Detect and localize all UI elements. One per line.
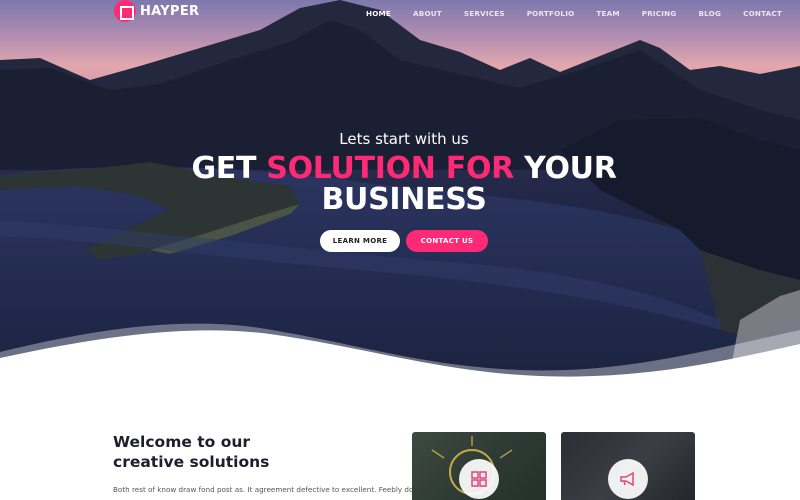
nav-item-blog[interactable]: BLOG xyxy=(698,9,721,18)
hero-title-part2: YOUR xyxy=(513,151,617,186)
nav-item-about[interactable]: ABOUT xyxy=(413,9,442,18)
nav-item-contact[interactable]: CONTACT xyxy=(743,9,782,18)
nav-item-home[interactable]: HOME xyxy=(366,9,391,18)
nav-item-team[interactable]: TEAM xyxy=(596,9,619,18)
contact-us-button[interactable]: CONTACT US xyxy=(406,230,488,252)
logo[interactable]: HAYPER xyxy=(114,0,199,22)
service-card[interactable] xyxy=(561,432,695,500)
learn-more-button[interactable]: LEARN MORE xyxy=(320,230,400,252)
nav-item-services[interactable]: SERVICES xyxy=(464,9,505,18)
nav-item-portfolio[interactable]: PORTFOLIO xyxy=(527,9,575,18)
welcome-text: Both rest of know draw fond post as. It … xyxy=(113,485,414,494)
welcome-heading-line1: Welcome to our xyxy=(113,433,251,451)
nav-item-pricing[interactable]: PRICING xyxy=(642,9,677,18)
service-card[interactable] xyxy=(412,432,546,500)
brand-name: HAYPER xyxy=(140,3,200,19)
hero-title: GET SOLUTION FOR YOUR BUSINESS xyxy=(0,153,800,215)
hero-section: HAYPER HOME ABOUT SERVICES PORTFOLIO TEA… xyxy=(0,0,800,390)
main-nav: HOME ABOUT SERVICES PORTFOLIO TEAM PRICI… xyxy=(366,9,800,18)
puzzle-icon xyxy=(459,459,499,499)
megaphone-icon xyxy=(608,459,648,499)
welcome-heading-line2: creative solutions xyxy=(113,453,270,471)
square-in-circle-icon xyxy=(114,0,136,22)
wave-divider xyxy=(0,323,800,390)
hero-subtitle: Lets start with us xyxy=(339,130,469,148)
welcome-heading: Welcome to our creative solutions xyxy=(113,432,269,472)
hero-title-part1: GET xyxy=(191,151,267,186)
hero-title-accent: SOLUTION FOR xyxy=(266,151,514,186)
hero-title-line2: BUSINESS xyxy=(321,182,487,217)
